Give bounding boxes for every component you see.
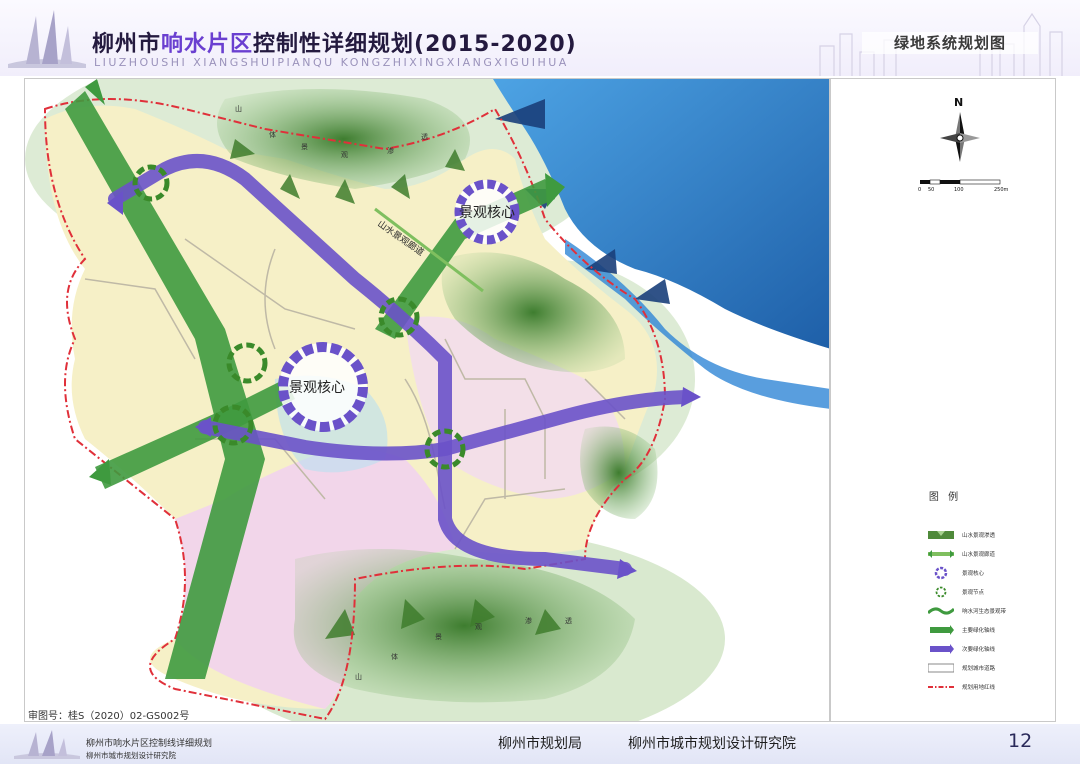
legend-item: 规划用地红线 <box>928 680 995 694</box>
place-label: 山 <box>355 672 362 681</box>
landscape-corridor-icon <box>928 550 954 558</box>
scale-label: 0 <box>918 187 921 193</box>
page-subtitle: LIUZHOUSHI XIANGSHUIPIANQU KONGZHIXINGXI… <box>94 56 569 69</box>
footer-org-institute: 柳州市城市规划设计研究院 <box>628 736 796 752</box>
place-label: 景 <box>435 633 442 641</box>
section-title: 绿地系统规划图 <box>862 32 1038 54</box>
legend-item: 次要绿化轴线 <box>928 642 995 656</box>
place-label: 体 <box>391 652 398 661</box>
legend-item: 山水景观廊道 <box>928 547 995 561</box>
north-arrow-icon: N <box>940 96 980 162</box>
footer-project-name: 柳州市响水片区控制线详细规划 <box>86 739 213 749</box>
place-label: 渗 <box>525 616 532 625</box>
place-label: 体 <box>269 130 276 139</box>
axis-arrowhead <box>89 459 111 485</box>
map-frame[interactable]: 景观核心 景观核心 山水景观廊道 山 体 景 观 渗 透 山 体 景 观 渗 透 <box>24 78 830 722</box>
scale-label: 250m <box>994 187 1009 193</box>
greenspace-map[interactable]: 景观核心 景观核心 山水景观廊道 山 体 景 观 渗 透 山 体 景 观 渗 透 <box>25 79 830 722</box>
legend-item: 规划城市道路 <box>928 661 995 675</box>
red-line-icon <box>928 686 954 688</box>
core-label: 景观核心 <box>459 205 515 221</box>
landscape-core-icon <box>934 566 948 580</box>
place-label: 渗 <box>387 146 394 155</box>
legend-item: 景观节点 <box>928 585 984 599</box>
landscape-penetration-icon <box>928 531 954 539</box>
footer-institute: 柳州市城市规划设计研究院 <box>86 751 176 760</box>
place-label: 透 <box>565 617 572 625</box>
legend-item: 主要绿化轴线 <box>928 623 995 637</box>
page-title: 柳州市响水片区控制性详细规划(2015-2020) <box>92 32 577 57</box>
legend-item: 山水景观渗透 <box>928 528 995 542</box>
place-label: 观 <box>475 623 482 631</box>
sail-logo-icon <box>14 730 80 759</box>
footer-org-bureau: 柳州市规划局 <box>498 736 582 752</box>
north-label: N <box>954 96 963 109</box>
legend-item: 响水河生态景观带 <box>928 604 1006 618</box>
river-ecological-belt-icon <box>928 607 954 615</box>
landscape-node-icon <box>935 586 947 598</box>
legend-title: 图 例 <box>928 492 962 503</box>
place-label: 观 <box>341 151 348 159</box>
core-label: 景观核心 <box>289 380 345 396</box>
scale-label: 50 <box>928 187 934 193</box>
page-number: 12 <box>1008 730 1033 752</box>
legend-item: 景观核心 <box>928 566 984 580</box>
scale-label: 100 <box>954 187 964 193</box>
place-label: 山 <box>235 104 242 113</box>
secondary-green-axis-icon <box>930 644 954 654</box>
planned-road-icon <box>928 663 954 673</box>
main-green-axis-icon <box>930 625 954 635</box>
sail-logo-icon <box>8 10 86 68</box>
scale-bar: 0 50 100 250m <box>918 179 1009 193</box>
approval-number: 审图号：桂S（2020）02-GS002号 <box>28 711 190 722</box>
place-label: 透 <box>421 133 428 141</box>
place-label: 景 <box>301 143 308 151</box>
